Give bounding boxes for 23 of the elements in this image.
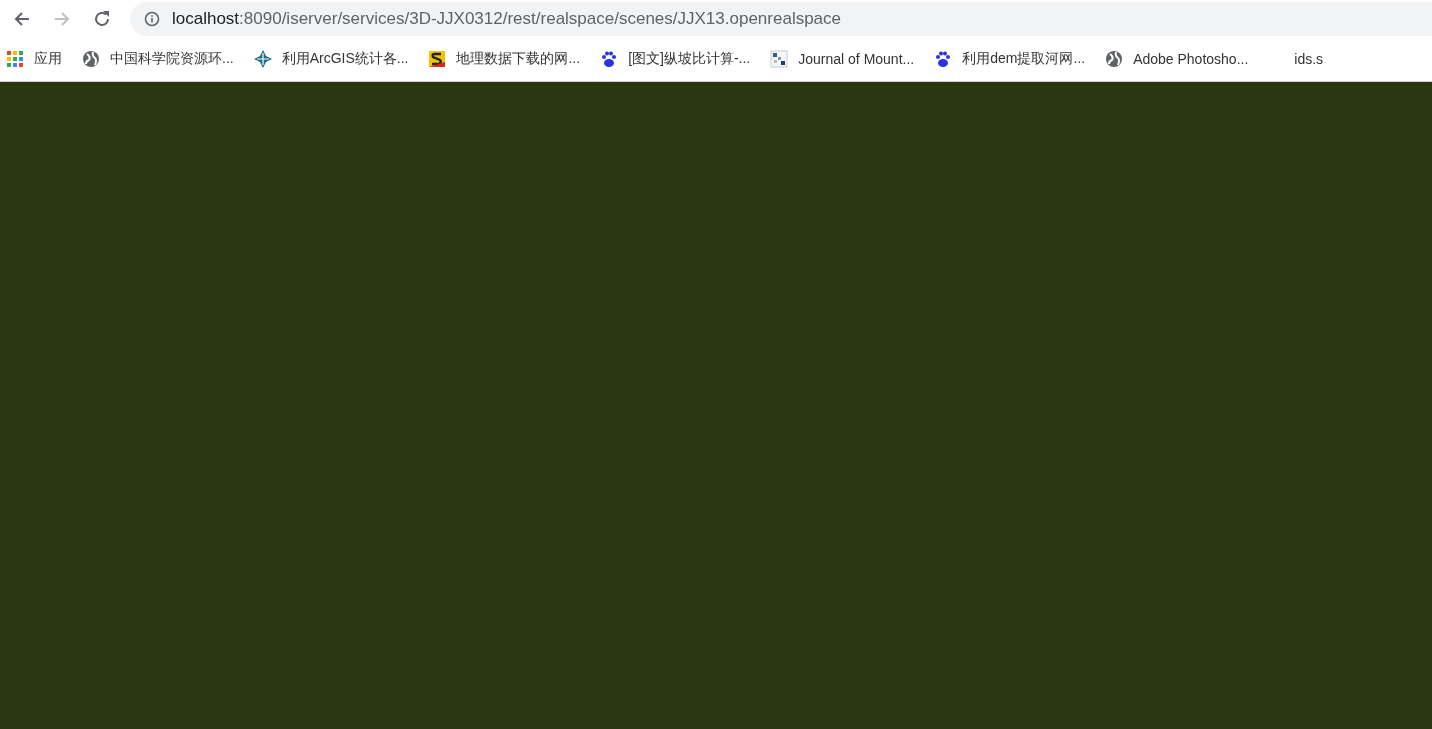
globe-icon (82, 50, 100, 68)
info-icon (144, 10, 160, 27)
bookmark-link[interactable]: [图文]纵坡比计算-... (600, 50, 761, 68)
address-bar[interactable]: localhost:8090/iserver/services/3D-JJX0312/rest/realspace/scenes/JJX13.openrealspace (130, 1, 1432, 36)
paw-icon (600, 50, 619, 68)
forward-arrow-icon (53, 9, 71, 28)
globe-icon (1105, 50, 1124, 68)
bookmark-link[interactable]: 利用ArcGIS统计各... (253, 50, 419, 68)
bookmark-link[interactable]: ids.s (1294, 51, 1334, 67)
bookmark-link[interactable]: Journal of Mount... (770, 50, 925, 68)
s-logo-icon (428, 50, 447, 68)
paw-icon (934, 50, 953, 68)
bookmark-link[interactable]: Adobe Photosho... (1105, 50, 1259, 68)
reload-icon (93, 9, 111, 28)
bookmark-link[interactable]: 地理数据下载的网... (428, 50, 591, 68)
url-text: localhost:8090/iserver/services/3D-JJX0312/rest/realspace/scenes/JJX13.openrealspace (172, 8, 842, 29)
back-arrow-icon (13, 9, 31, 28)
tiles-icon (770, 50, 789, 68)
bookmark-link[interactable]: 利用dem提取河网... (934, 50, 1096, 68)
bookmark-link[interactable]: 中国科学院资源环... (82, 50, 244, 68)
compass-star-icon (253, 50, 272, 68)
apps-grid-icon (6, 50, 24, 68)
bookmark-link[interactable]: 应用 (6, 50, 72, 68)
